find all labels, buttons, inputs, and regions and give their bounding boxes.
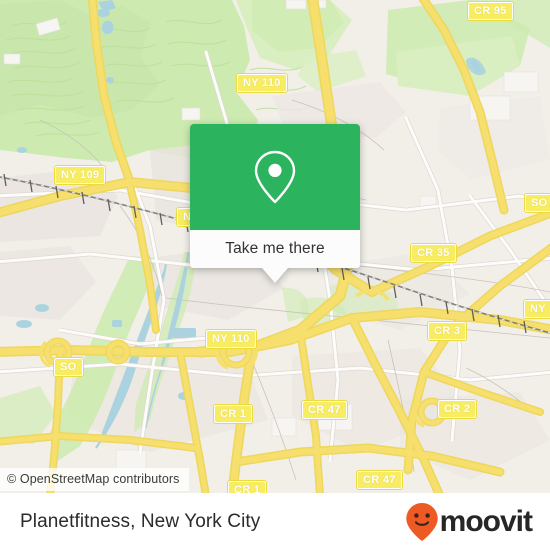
map-screenshot: .land { fill:#F2EFE9; } .grass { fill:#C… [0, 0, 550, 550]
road-shield: CR 95 [467, 1, 514, 21]
road-shield: CR 35 [410, 243, 457, 263]
popup-tail [262, 268, 288, 283]
road-shield: NY 110 [205, 329, 257, 349]
footer-bar: Planetfitness, New York City moovit [0, 493, 550, 550]
location-pin-icon [254, 150, 296, 204]
map-popup-card[interactable]: Take me there [190, 124, 360, 283]
osm-attribution[interactable]: © OpenStreetMap contributors [0, 468, 189, 491]
road-shield: NY 109 [53, 165, 107, 185]
road-shield: SO [53, 357, 84, 377]
road-shield: CR 2 [436, 399, 478, 419]
road-shield: CR 1 [212, 404, 254, 424]
moovit-wordmark: moovit [439, 504, 533, 538]
popup-pin-area [190, 124, 360, 230]
take-me-there-button[interactable]: Take me there [190, 230, 360, 283]
road-shield: NY 1 [522, 299, 550, 319]
road-shield: CR 1 [226, 480, 268, 493]
moovit-smiley-pin-icon [405, 502, 438, 541]
road-shield: CR 47 [301, 400, 348, 420]
take-me-there-label: Take me there [225, 240, 325, 257]
road-shield: CR 47 [356, 470, 403, 490]
road-shield: NY 110 [236, 73, 288, 93]
road-shield: SO [524, 193, 550, 213]
road-shield: CR 3 [426, 321, 468, 341]
moovit-logo[interactable]: moovit [405, 502, 533, 542]
place-title: Planetfitness, New York City [20, 510, 261, 532]
